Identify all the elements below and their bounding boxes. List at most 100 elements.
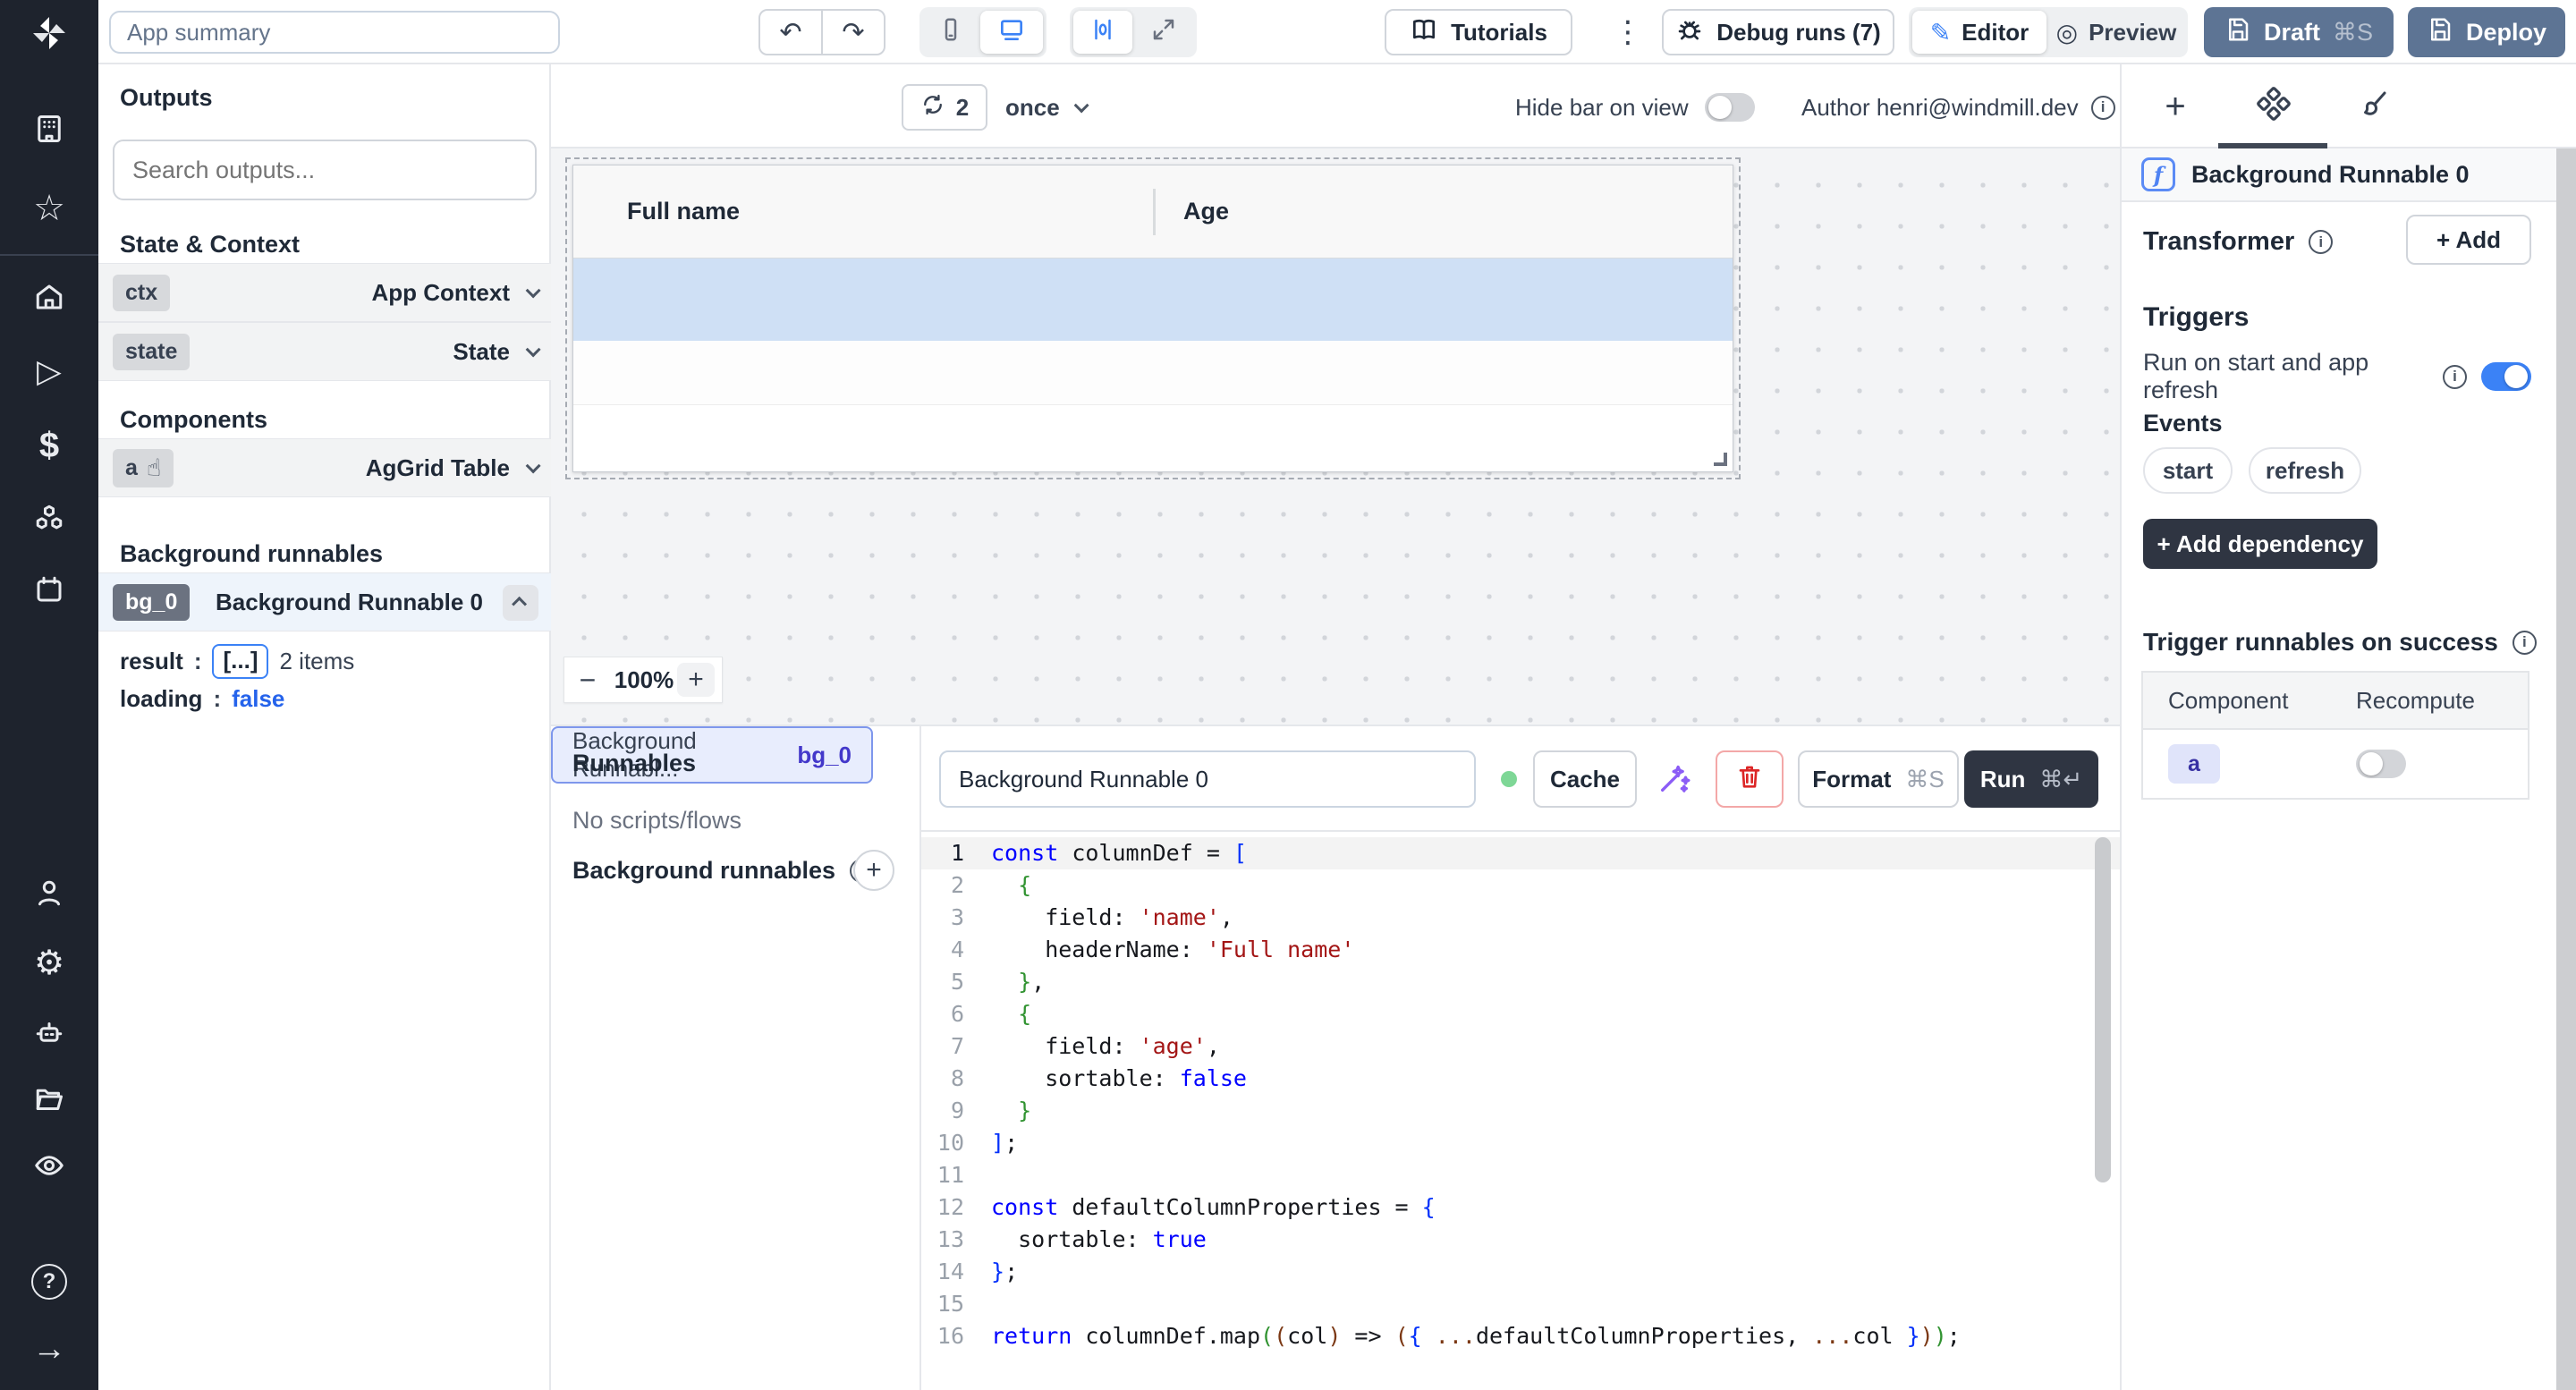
undo-button[interactable]: ↶: [760, 11, 821, 54]
code-line[interactable]: 4 headerName: 'Full name': [921, 934, 2120, 966]
output-row-bg0[interactable]: bg_0 Background Runnable 0: [98, 572, 551, 631]
recompute-toggle[interactable]: [2356, 750, 2406, 778]
refresh-count-button[interactable]: 2: [902, 84, 987, 131]
gear-icon[interactable]: ⚙: [0, 943, 98, 983]
folder-icon[interactable]: [0, 1083, 98, 1115]
ai-wand-button[interactable]: [1657, 760, 1692, 802]
component-a-chip[interactable]: a: [2168, 744, 2220, 784]
runnable-name-input[interactable]: [939, 750, 1476, 808]
event-chip-start[interactable]: start: [2143, 447, 2233, 494]
frequency-dropdown[interactable]: once: [1005, 84, 1085, 131]
output-row-state[interactable]: state State: [98, 322, 551, 381]
code-token: [991, 869, 1018, 902]
runs-play-icon[interactable]: ▷: [0, 352, 98, 390]
draft-button[interactable]: Draft ⌘S: [2204, 7, 2394, 57]
app-summary-input[interactable]: [109, 11, 560, 54]
code-area[interactable]: 1const columnDef = [2 {3 field: 'name',4…: [921, 832, 2120, 1390]
tab-components[interactable]: [2247, 84, 2301, 129]
tab-preview[interactable]: ◎ Preview: [2048, 11, 2184, 54]
cache-button[interactable]: Cache: [1533, 750, 1637, 808]
code-line[interactable]: 2 {: [921, 869, 2120, 902]
deploy-button[interactable]: Deploy: [2408, 7, 2565, 57]
add-dependency-button[interactable]: + Add dependency: [2143, 519, 2377, 569]
code-line[interactable]: 8 sortable: false: [921, 1063, 2120, 1095]
format-button[interactable]: Format⌘S: [1798, 750, 1959, 808]
search-outputs-input[interactable]: [113, 140, 537, 200]
table-row-selected[interactable]: [573, 259, 1733, 341]
add-background-runnable-button[interactable]: +: [853, 850, 894, 891]
chevron-up-icon: [512, 597, 527, 612]
hide-bar-toggle[interactable]: [1705, 93, 1755, 122]
info-icon[interactable]: i: [2309, 230, 2333, 254]
add-transformer-button[interactable]: + Add: [2406, 215, 2531, 265]
resources-cubes-icon[interactable]: [0, 502, 98, 534]
output-row-ctx[interactable]: ctx App Context: [98, 263, 551, 322]
code-line[interactable]: 13 sortable: true: [921, 1224, 2120, 1256]
debug-runs-button[interactable]: Debug runs (7): [1662, 9, 1894, 55]
info-icon[interactable]: i: [2091, 96, 2115, 120]
app-canvas[interactable]: Full name Age − 100% +: [551, 148, 2120, 725]
bg0-type-label: Background Runnable 0: [216, 589, 483, 616]
column-divider[interactable]: [1153, 189, 1156, 235]
tab-insert-plus[interactable]: +: [2148, 84, 2202, 129]
resize-handle[interactable]: [1714, 453, 1727, 466]
output-row-component-a[interactable]: a☝ AgGrid Table: [98, 438, 551, 497]
panel-scrollbar[interactable]: [2556, 148, 2576, 1390]
tab-styling[interactable]: [2347, 84, 2401, 129]
zoom-in-button[interactable]: +: [677, 663, 715, 697]
chevron-down-icon[interactable]: [526, 283, 541, 298]
workspace-building-icon[interactable]: [0, 113, 98, 145]
desktop-view-button[interactable]: [980, 11, 1043, 54]
column-header-age[interactable]: Age: [1183, 198, 1229, 225]
tutorials-button[interactable]: Tutorials: [1385, 9, 1572, 55]
kebab-menu-button[interactable]: ⋮: [1606, 13, 1649, 52]
collapse-button[interactable]: [503, 585, 538, 621]
user-icon[interactable]: [0, 877, 98, 909]
code-line[interactable]: 6 {: [921, 998, 2120, 1030]
favorites-star-icon[interactable]: ☆: [0, 188, 98, 229]
chevron-down-icon[interactable]: [526, 458, 541, 473]
eye-icon[interactable]: [0, 1149, 98, 1182]
aggrid-table-component[interactable]: Full name Age: [572, 165, 1733, 472]
info-icon[interactable]: i: [2443, 365, 2467, 389]
code-token: [991, 1095, 1018, 1127]
code-line[interactable]: 11: [921, 1159, 2120, 1191]
windmill-logo[interactable]: [0, 13, 98, 54]
column-header-fullname[interactable]: Full name: [627, 198, 740, 225]
code-line[interactable]: 10];: [921, 1127, 2120, 1159]
schedules-calendar-icon[interactable]: [0, 573, 98, 606]
code-token: (: [1260, 1320, 1274, 1352]
code-line[interactable]: 12const defaultColumnProperties = {: [921, 1191, 2120, 1224]
mobile-view-button[interactable]: [923, 11, 979, 54]
zoom-out-button[interactable]: −: [564, 664, 611, 697]
code-scrollbar[interactable]: [2095, 837, 2111, 1182]
run-on-start-toggle[interactable]: [2481, 362, 2531, 391]
result-array-chip[interactable]: [...]: [212, 644, 268, 679]
help-icon[interactable]: ?: [0, 1264, 98, 1300]
table-row[interactable]: [573, 341, 1733, 405]
event-chip-refresh[interactable]: refresh: [2249, 447, 2361, 494]
variables-dollar-icon[interactable]: $: [0, 426, 98, 466]
home-icon[interactable]: [0, 281, 98, 313]
code-line[interactable]: 14};: [921, 1256, 2120, 1288]
line-number: 3: [921, 902, 991, 934]
chevron-down-icon[interactable]: [526, 342, 541, 357]
code-line[interactable]: 3 field: 'name',: [921, 902, 2120, 934]
workers-robot-icon[interactable]: [0, 1017, 98, 1049]
fullscreen-button[interactable]: [1134, 11, 1193, 54]
collapse-arrow-icon[interactable]: →: [0, 1330, 98, 1369]
code-line[interactable]: 16return columnDef.map((col) => ({ ...de…: [921, 1320, 2120, 1352]
code-line[interactable]: 7 field: 'age',: [921, 1030, 2120, 1063]
tab-editor[interactable]: ✎ Editor: [1912, 11, 2046, 54]
undo-redo-group: ↶ ↷: [758, 9, 886, 55]
info-icon[interactable]: i: [2512, 631, 2537, 655]
code-line[interactable]: 1const columnDef = [: [921, 837, 2120, 869]
run-button[interactable]: Run⌘↵: [1964, 750, 2098, 808]
delete-button[interactable]: [1716, 750, 1784, 808]
code-line[interactable]: 15: [921, 1288, 2120, 1320]
code-line[interactable]: 5 },: [921, 966, 2120, 998]
state-chip: state: [113, 334, 190, 370]
redo-button[interactable]: ↷: [823, 11, 884, 54]
code-line[interactable]: 9 }: [921, 1095, 2120, 1127]
center-content-button[interactable]: [1073, 11, 1132, 54]
